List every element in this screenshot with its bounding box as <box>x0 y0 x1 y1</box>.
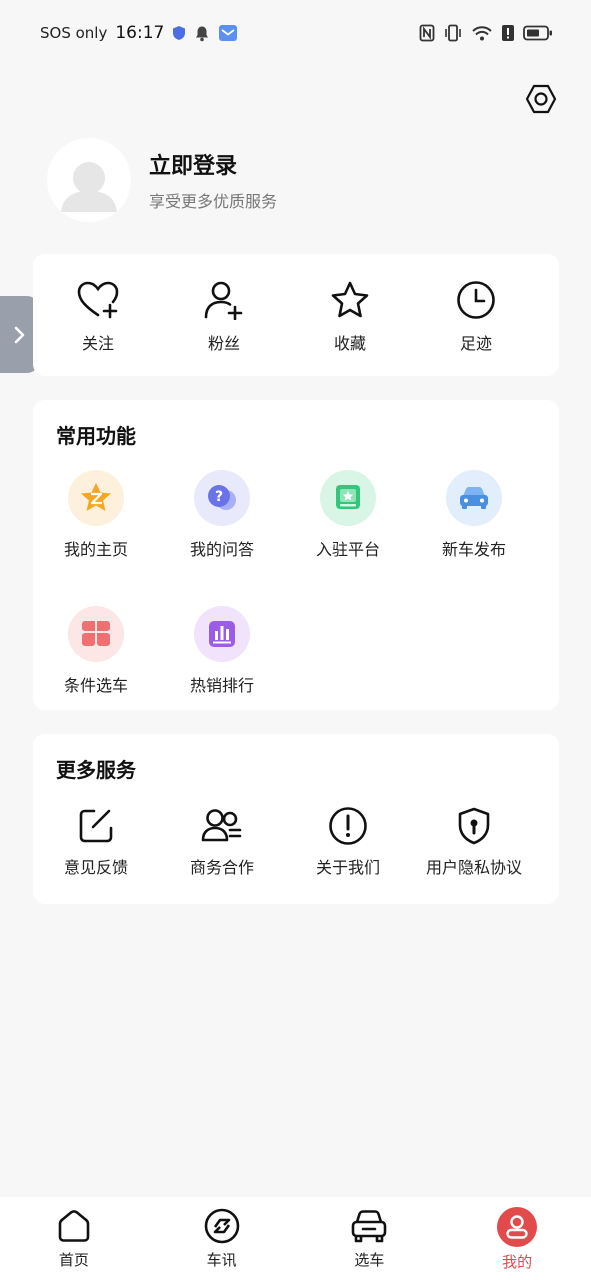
nav-select-car-label: 选车 <box>354 1251 385 1269</box>
stat-history[interactable]: 足迹 <box>413 254 539 354</box>
func-filter-car[interactable]: 条件选车 <box>33 606 159 696</box>
stat-favorites[interactable]: 收藏 <box>287 254 413 354</box>
service-privacy[interactable]: 用户隐私协议 <box>411 806 537 878</box>
nav-news[interactable]: 车讯 <box>148 1197 296 1280</box>
stat-follow[interactable]: 关注 <box>35 254 161 354</box>
star-badge-icon <box>81 483 111 511</box>
chevron-right-icon <box>14 326 24 343</box>
clock-text: 16:17 <box>115 23 165 43</box>
stat-favorites-label: 收藏 <box>333 334 366 353</box>
func-filter-car-badge <box>68 606 124 662</box>
stat-history-label: 足迹 <box>459 334 492 353</box>
services-card: 更多服务 意见反馈 商务合作 关于我们 用户隐私协议 <box>33 734 559 904</box>
alert-status-icon <box>502 25 514 41</box>
func-hot-ranking-badge <box>194 606 250 662</box>
car-select-icon <box>352 1210 387 1243</box>
services-title: 更多服务 <box>56 758 136 782</box>
settings-button[interactable] <box>522 80 560 118</box>
functions-row-2: 条件选车 热销排行 <box>33 606 559 696</box>
func-new-car[interactable]: 新车发布 <box>411 470 537 560</box>
profile-text: 立即登录 享受更多优质服务 <box>149 148 277 212</box>
news-icon <box>204 1208 239 1244</box>
carrier-text: SOS only <box>40 24 108 42</box>
functions-card: 常用功能 我的主页 ? 我的问答 入驻平台 新车发布 条件选车 热销排行 <box>33 400 559 710</box>
nav-select-car[interactable]: 选车 <box>296 1197 444 1280</box>
stats-card: 关注 粉丝 收藏 足迹 <box>33 254 559 376</box>
star-icon <box>331 281 369 318</box>
func-join-platform-label: 入驻平台 <box>315 540 380 559</box>
func-hot-ranking-label: 热销排行 <box>189 676 254 695</box>
profile-header[interactable]: 立即登录 享受更多优质服务 <box>47 138 277 222</box>
func-my-home-badge <box>68 470 124 526</box>
func-hot-ranking[interactable]: 热销排行 <box>159 606 285 696</box>
func-my-qa-badge: ? <box>194 470 250 526</box>
status-right <box>419 24 553 42</box>
func-my-home[interactable]: 我的主页 <box>33 470 159 560</box>
login-title[interactable]: 立即登录 <box>149 148 277 180</box>
profile-icon <box>497 1207 538 1247</box>
edit-icon <box>79 809 113 843</box>
heart-plus-icon <box>77 281 119 319</box>
bottom-nav: 首页 车讯 选车 我的 <box>0 1197 591 1280</box>
nav-news-label: 车讯 <box>206 1251 237 1269</box>
func-my-qa[interactable]: ? 我的问答 <box>159 470 285 560</box>
clock-icon <box>457 281 495 319</box>
shield-lock-icon <box>458 807 490 845</box>
func-my-home-label: 我的主页 <box>63 540 128 559</box>
functions-title: 常用功能 <box>56 424 136 448</box>
car-icon <box>460 487 488 509</box>
vibrate-icon <box>445 24 461 42</box>
nav-home[interactable]: 首页 <box>0 1197 148 1280</box>
stat-follow-label: 关注 <box>81 334 114 353</box>
shop-icon <box>336 485 360 509</box>
services-row: 意见反馈 商务合作 关于我们 用户隐私协议 <box>33 806 559 878</box>
func-new-car-badge <box>446 470 502 526</box>
nav-mine[interactable]: 我的 <box>443 1197 591 1280</box>
service-business[interactable]: 商务合作 <box>159 806 285 878</box>
users-icon <box>201 809 242 842</box>
avatar[interactable] <box>47 138 131 222</box>
service-privacy-label: 用户隐私协议 <box>425 858 522 877</box>
functions-row-1: 我的主页 ? 我的问答 入驻平台 新车发布 <box>33 470 559 560</box>
wifi-icon <box>472 26 492 41</box>
status-bar: SOS only 16:17 <box>0 0 591 66</box>
alert-icon <box>329 807 367 845</box>
svg-text:?: ? <box>215 489 223 505</box>
user-plus-icon <box>204 281 243 320</box>
nav-home-label: 首页 <box>58 1251 89 1269</box>
status-left: SOS only 16:17 <box>40 23 238 43</box>
battery-icon <box>523 25 552 41</box>
bar-chart-icon <box>209 621 235 647</box>
mail-status-icon <box>219 25 238 41</box>
default-avatar-icon <box>61 162 117 212</box>
service-business-label: 商务合作 <box>189 858 254 877</box>
gear-icon <box>525 84 557 114</box>
func-join-platform-badge <box>320 470 376 526</box>
clover-icon <box>82 621 110 646</box>
stat-fans-label: 粉丝 <box>207 334 240 353</box>
func-my-qa-label: 我的问答 <box>189 540 254 559</box>
login-subtitle: 享受更多优质服务 <box>149 192 278 211</box>
service-feedback[interactable]: 意见反馈 <box>33 806 159 878</box>
question-chat-icon: ? <box>208 485 236 510</box>
stat-fans[interactable]: 粉丝 <box>161 254 287 354</box>
service-about[interactable]: 关于我们 <box>285 806 411 878</box>
nfc-icon <box>419 24 435 42</box>
nav-mine-label: 我的 <box>502 1253 533 1271</box>
func-filter-car-label: 条件选车 <box>63 676 128 695</box>
func-new-car-label: 新车发布 <box>441 540 506 559</box>
service-feedback-label: 意见反馈 <box>63 858 128 877</box>
service-about-label: 关于我们 <box>315 858 380 877</box>
bell-status-icon <box>196 26 209 41</box>
home-icon <box>58 1210 90 1242</box>
shield-status-icon <box>173 26 186 40</box>
func-join-platform[interactable]: 入驻平台 <box>285 470 411 560</box>
